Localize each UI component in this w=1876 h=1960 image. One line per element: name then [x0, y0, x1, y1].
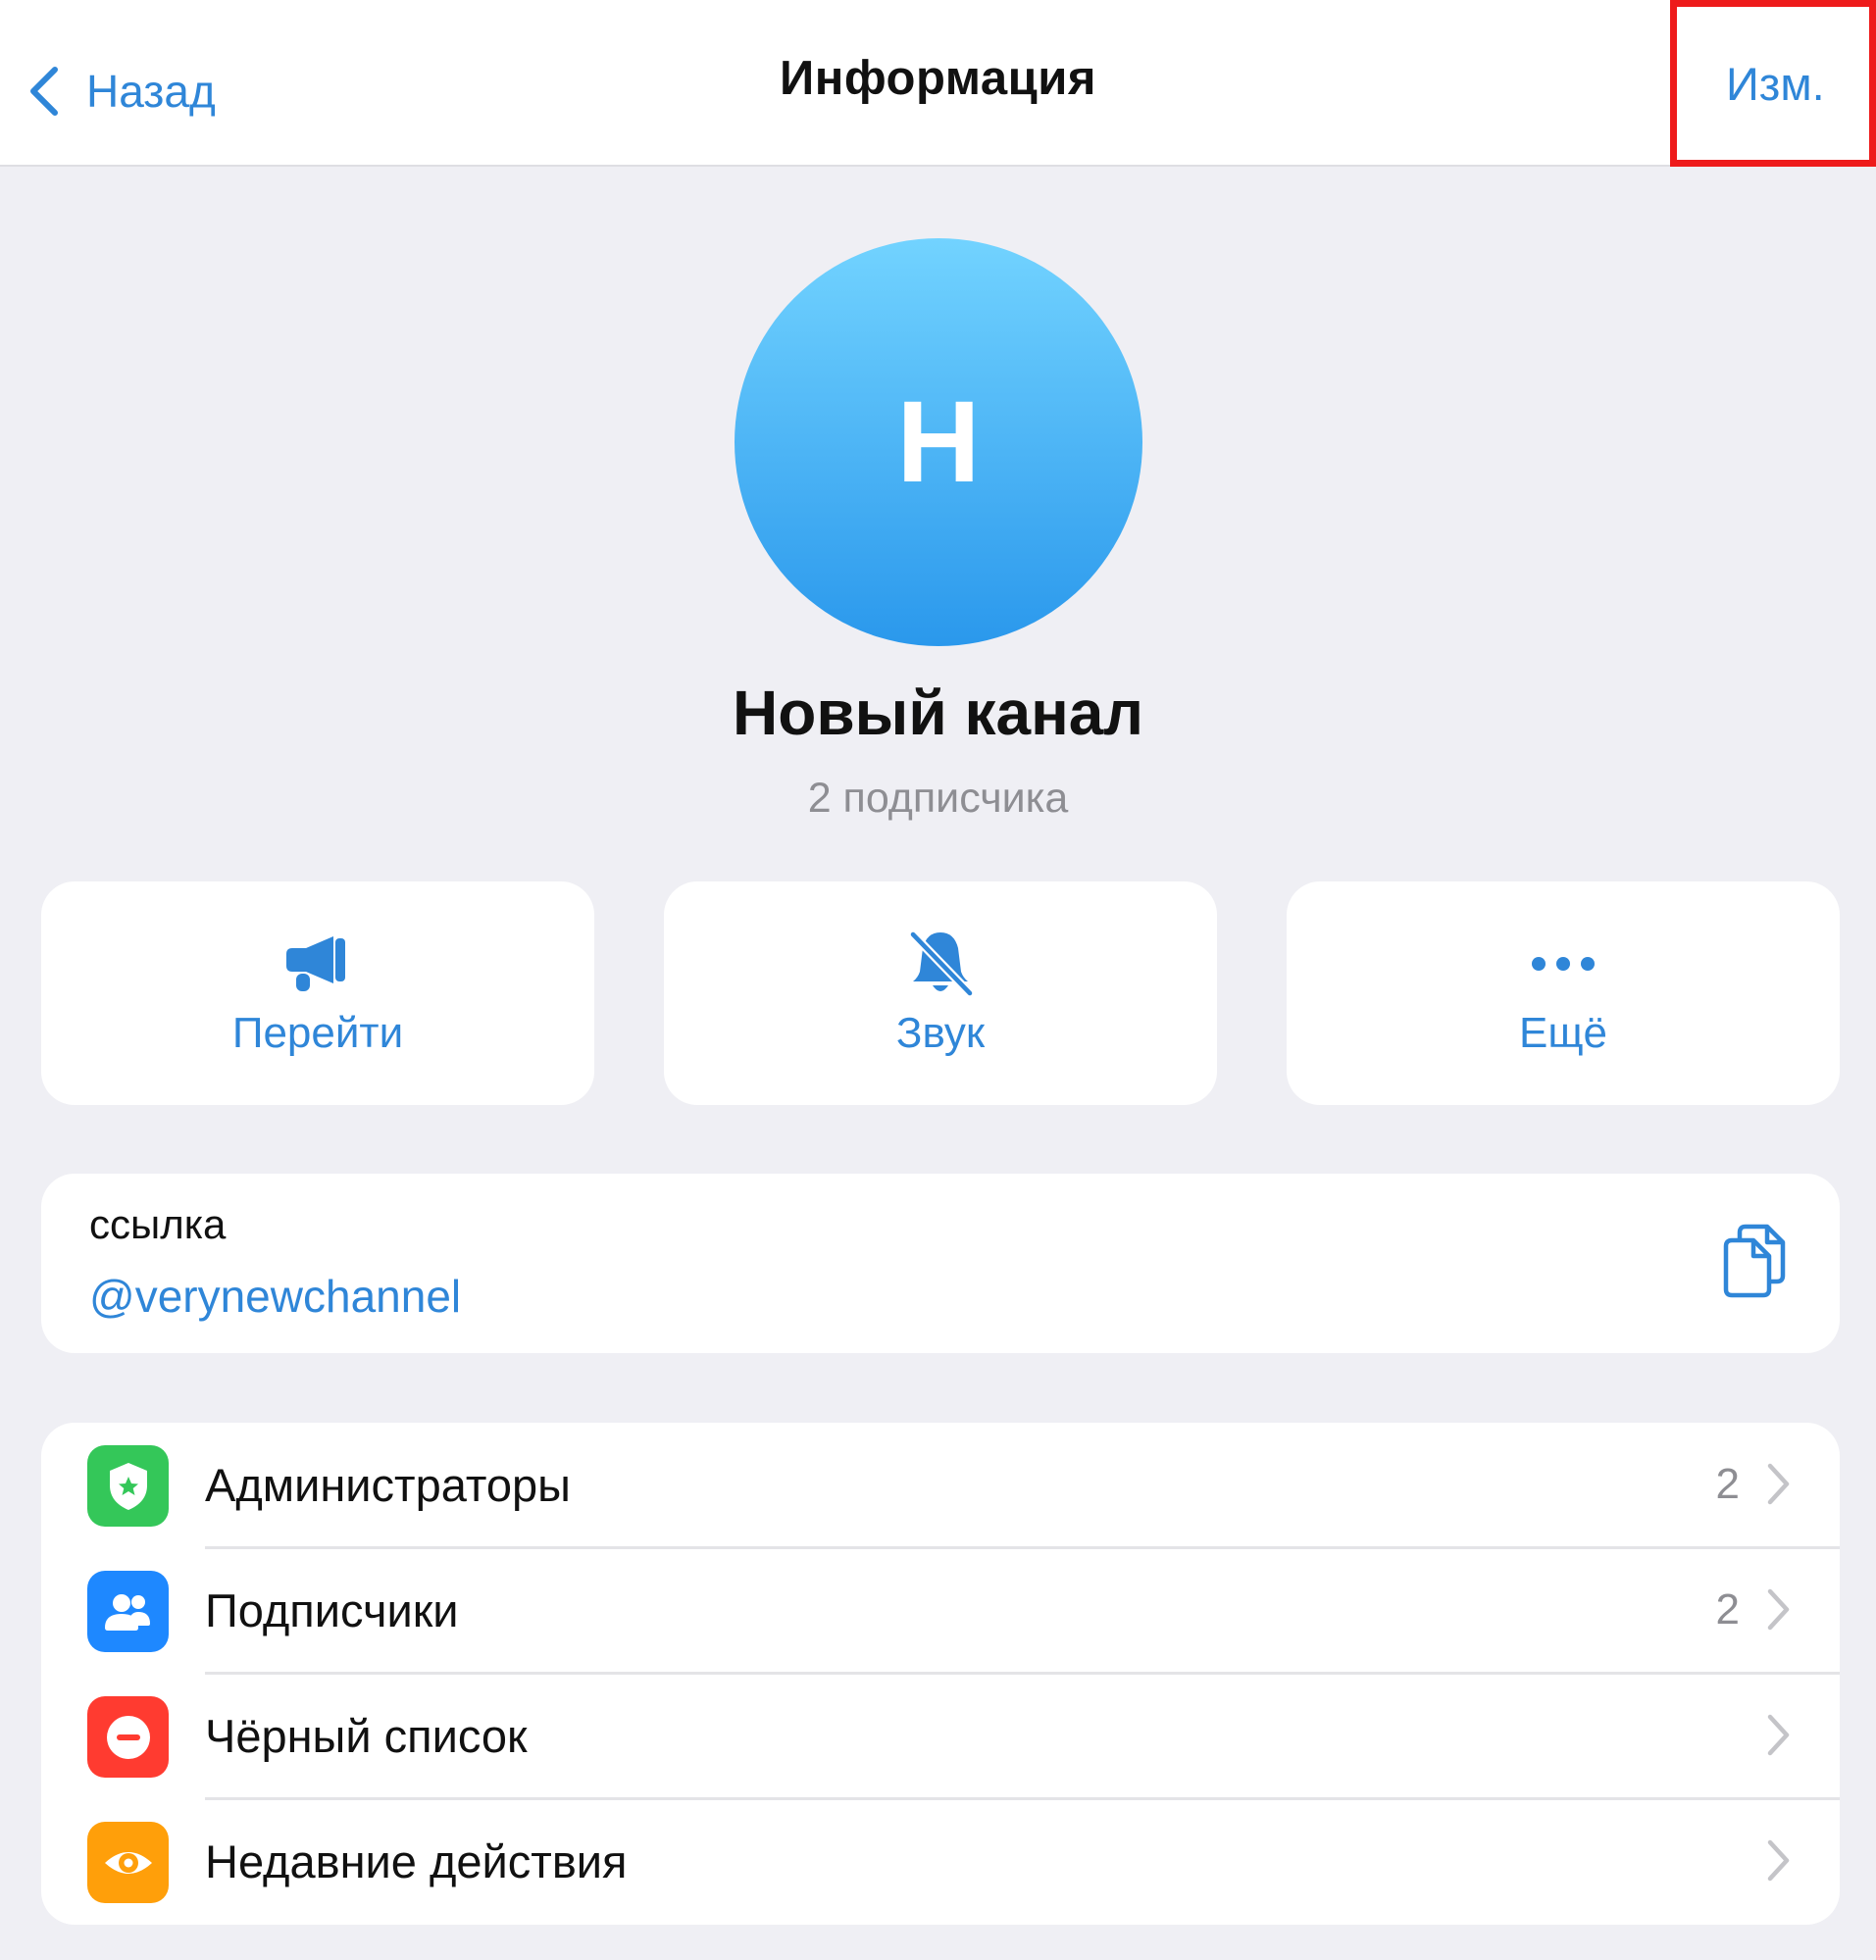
shield-star-icon [109, 1462, 147, 1510]
action-buttons: Перейти Звук Ещё [41, 881, 1840, 1105]
channel-link[interactable]: @verynewchannel [89, 1270, 461, 1323]
people-icon [104, 1593, 150, 1631]
link-caption: ссылка [89, 1201, 227, 1247]
chevron-right-icon [1767, 1588, 1790, 1631]
ellipsis-icon [1532, 957, 1595, 971]
row-count: 2 [1715, 1585, 1740, 1633]
row-count: 2 [1715, 1460, 1740, 1508]
chevron-right-icon [1767, 1714, 1790, 1756]
open-channel-label: Перейти [231, 1009, 404, 1057]
edit-button[interactable]: Изм. [1670, 0, 1876, 167]
row-label: Подписчики [205, 1584, 459, 1636]
row-label: Чёрный список [205, 1710, 528, 1762]
row-label: Недавние действия [205, 1835, 628, 1887]
channel-name: Новый канал [733, 678, 1143, 748]
sound-button[interactable]: Звук [664, 881, 1217, 1105]
copy-icon[interactable] [1722, 1223, 1793, 1299]
chevron-right-icon [1767, 1463, 1790, 1505]
megaphone-icon [286, 936, 345, 991]
list-item-administrators[interactable]: Администраторы 2 [41, 1423, 1840, 1548]
more-label: Ещё [1518, 1009, 1608, 1057]
settings-list: Администраторы 2 Подписчики 2 Чёрный спи… [41, 1423, 1840, 1925]
row-icon-background [87, 1445, 169, 1527]
edit-label: Изм. [1726, 57, 1825, 110]
channel-avatar[interactable]: Н [735, 238, 1142, 646]
row-icon-background [87, 1822, 169, 1903]
list-item-subscribers[interactable]: Подписчики 2 [41, 1548, 1840, 1674]
eye-icon [104, 1851, 152, 1874]
row-label: Администраторы [205, 1459, 571, 1511]
navigation-bar: Назад Информация Изм. [0, 0, 1876, 167]
sound-label: Звук [895, 1009, 986, 1057]
avatar-letter: Н [896, 377, 981, 507]
subscriber-count: 2 подписчика [807, 775, 1069, 822]
blocked-icon [106, 1715, 150, 1759]
page-title: Информация [780, 52, 1096, 105]
list-item-blacklist[interactable]: Чёрный список [41, 1674, 1840, 1799]
open-channel-button[interactable]: Перейти [41, 881, 594, 1105]
link-card: ссылка @verynewchannel [41, 1174, 1840, 1353]
chevron-right-icon [1767, 1839, 1790, 1882]
row-icon-background [87, 1696, 169, 1778]
more-button[interactable]: Ещё [1287, 881, 1840, 1105]
list-item-recent-actions[interactable]: Недавние действия [41, 1799, 1840, 1925]
bell-slash-icon [908, 930, 975, 998]
row-icon-background [87, 1571, 169, 1652]
